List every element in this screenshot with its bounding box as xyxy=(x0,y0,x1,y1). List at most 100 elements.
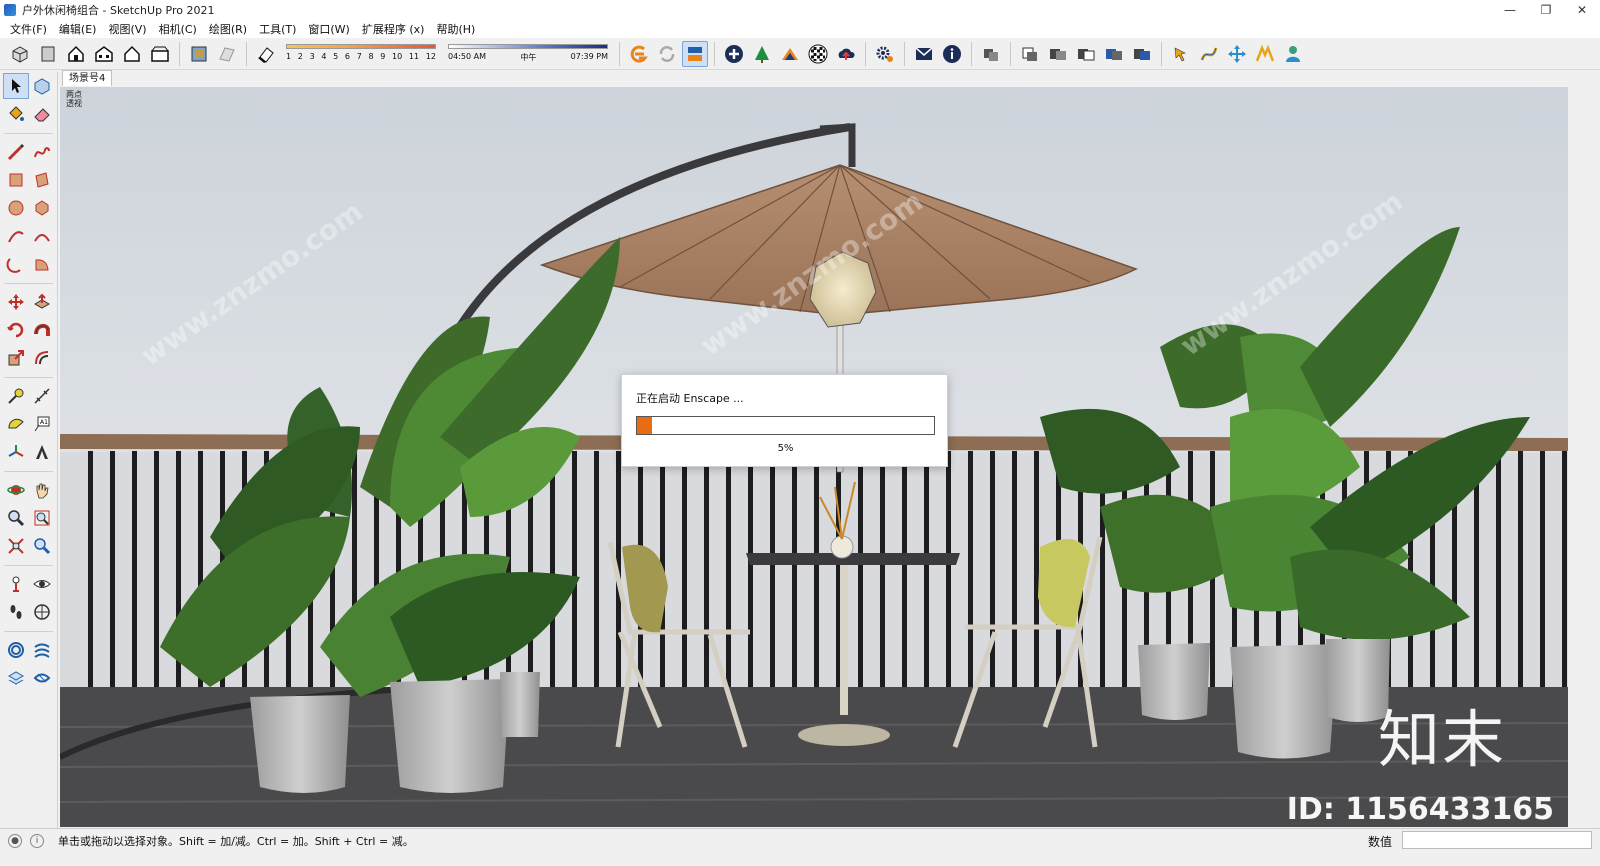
two-point-arc-icon[interactable] xyxy=(29,223,55,249)
top-view-icon[interactable] xyxy=(35,41,61,67)
asset-library-icon[interactable] xyxy=(749,41,775,67)
orbit-icon[interactable] xyxy=(3,477,29,503)
menu-camera[interactable]: 相机(C) xyxy=(153,21,203,37)
zoom-window-icon[interactable] xyxy=(29,505,55,531)
close-button[interactable]: ✕ xyxy=(1564,0,1600,20)
pan-hand-icon[interactable] xyxy=(29,477,55,503)
person-tool-icon[interactable] xyxy=(1280,41,1306,67)
sandbox-scratch-icon[interactable] xyxy=(29,637,55,663)
position-camera-icon[interactable] xyxy=(3,571,29,597)
menu-help[interactable]: 帮助(H) xyxy=(430,21,481,37)
tape-measure-icon[interactable] xyxy=(3,383,29,409)
sandbox-stamp-icon[interactable] xyxy=(29,665,55,691)
front-view-icon[interactable] xyxy=(63,41,89,67)
rotate-icon[interactable] xyxy=(3,317,29,343)
railing-bar xyxy=(924,451,929,687)
scale-icon[interactable] xyxy=(3,345,29,371)
feedback-mail-icon[interactable] xyxy=(911,41,937,67)
left-view-icon[interactable] xyxy=(147,41,173,67)
back-view-icon[interactable] xyxy=(119,41,145,67)
enscape-views-icon[interactable] xyxy=(682,40,708,67)
sandbox-contours-icon[interactable] xyxy=(3,637,29,663)
move-icon[interactable] xyxy=(3,289,29,315)
sandbox-smoove-icon[interactable] xyxy=(3,665,29,691)
section-plane-tool-icon[interactable] xyxy=(29,599,55,625)
look-around-eye-icon[interactable] xyxy=(29,571,55,597)
info-icon[interactable] xyxy=(939,41,965,67)
shadow-date-slider[interactable]: 1 2 3 4 5 6 7 8 9 10 11 12 xyxy=(286,41,436,67)
follow-me-icon[interactable] xyxy=(29,317,55,343)
previous-view-icon[interactable] xyxy=(29,533,55,559)
layer-tool-2-icon[interactable] xyxy=(1045,41,1071,67)
table-pedestal xyxy=(840,565,848,715)
left-pot-2 xyxy=(390,679,510,793)
geo-location-icon[interactable]: ● xyxy=(8,833,22,848)
three-point-arc-icon[interactable] xyxy=(3,251,29,277)
shadows-toggle-icon[interactable] xyxy=(253,41,279,67)
measurements-input[interactable] xyxy=(1402,831,1592,849)
offset-icon[interactable] xyxy=(29,345,55,371)
paint-bucket-icon[interactable] xyxy=(3,101,29,127)
outliner-icon[interactable] xyxy=(978,41,1004,67)
arc-icon[interactable] xyxy=(3,223,29,249)
axes-icon[interactable] xyxy=(3,439,29,465)
enscape-start-icon[interactable] xyxy=(626,41,652,67)
menu-draw[interactable]: 绘图(R) xyxy=(203,21,253,37)
progress-fill xyxy=(637,417,652,434)
layer-tool-3-icon[interactable] xyxy=(1073,41,1099,67)
menu-file[interactable]: 文件(F) xyxy=(4,21,53,37)
section-plane-icon[interactable] xyxy=(186,41,212,67)
dimension-icon[interactable] xyxy=(29,383,55,409)
layer-tool-1-icon[interactable] xyxy=(1017,41,1043,67)
menu-edit[interactable]: 编辑(E) xyxy=(53,21,103,37)
railing-bar xyxy=(726,451,731,687)
text-label-icon[interactable]: A1 xyxy=(29,411,55,437)
railing-bar xyxy=(88,451,93,687)
select-tool-icon[interactable] xyxy=(3,73,29,99)
shadow-time-slider[interactable]: 04:50 AM 中午 07:39 PM xyxy=(448,41,608,67)
3d-text-icon[interactable] xyxy=(29,439,55,465)
tool-row xyxy=(0,344,57,372)
minimize-button[interactable]: — xyxy=(1492,0,1528,20)
polygon-icon[interactable] xyxy=(29,195,55,221)
restore-button[interactable]: ❐ xyxy=(1528,0,1564,20)
make-component-icon[interactable] xyxy=(29,73,55,99)
select-arrow-tool-icon[interactable] xyxy=(1168,41,1194,67)
push-pull-icon[interactable] xyxy=(29,289,55,315)
protractor-icon[interactable] xyxy=(3,411,29,437)
section-display-icon[interactable] xyxy=(214,41,240,67)
walk-footprints-icon[interactable] xyxy=(3,599,29,625)
rotated-rectangle-icon[interactable] xyxy=(29,167,55,193)
eraser-icon[interactable] xyxy=(29,101,55,127)
circle-icon[interactable] xyxy=(3,195,29,221)
pie-icon[interactable] xyxy=(29,251,55,277)
enscape-sync-icon[interactable] xyxy=(654,41,680,67)
freehand-icon[interactable] xyxy=(29,139,55,165)
rectangle-icon[interactable] xyxy=(3,167,29,193)
month-label: 12 xyxy=(425,51,436,61)
menu-tools[interactable]: 工具(T) xyxy=(253,21,302,37)
zoom-extents-icon[interactable] xyxy=(3,533,29,559)
layer-tool-4-icon[interactable] xyxy=(1101,41,1127,67)
toolbar-separator xyxy=(971,41,972,66)
terrain-tool-icon[interactable] xyxy=(1252,41,1278,67)
railing-bar xyxy=(1496,451,1501,687)
layer-tool-5-icon[interactable] xyxy=(1129,41,1155,67)
scene-tab-4[interactable]: 场景号4 xyxy=(62,70,113,86)
material-editor-icon[interactable] xyxy=(777,41,803,67)
line-pencil-icon[interactable] xyxy=(3,139,29,165)
iso-view-icon[interactable] xyxy=(7,41,33,67)
zoom-icon[interactable] xyxy=(3,505,29,531)
camera-mode-line: 透视 xyxy=(66,99,82,108)
right-view-icon[interactable] xyxy=(91,41,117,67)
menu-extensions[interactable]: 扩展程序 (x) xyxy=(356,21,431,37)
menu-window[interactable]: 窗口(W) xyxy=(302,21,355,37)
add-icon[interactable] xyxy=(721,41,747,67)
curve-tool-icon[interactable] xyxy=(1196,41,1222,67)
move-tool-icon[interactable] xyxy=(1224,41,1250,67)
checker-material-icon[interactable] xyxy=(805,41,831,67)
info-status-icon[interactable]: i xyxy=(30,833,44,848)
menu-view[interactable]: 视图(V) xyxy=(102,21,152,37)
settings-gear-icon[interactable] xyxy=(872,41,898,67)
upload-icon[interactable] xyxy=(833,41,859,67)
